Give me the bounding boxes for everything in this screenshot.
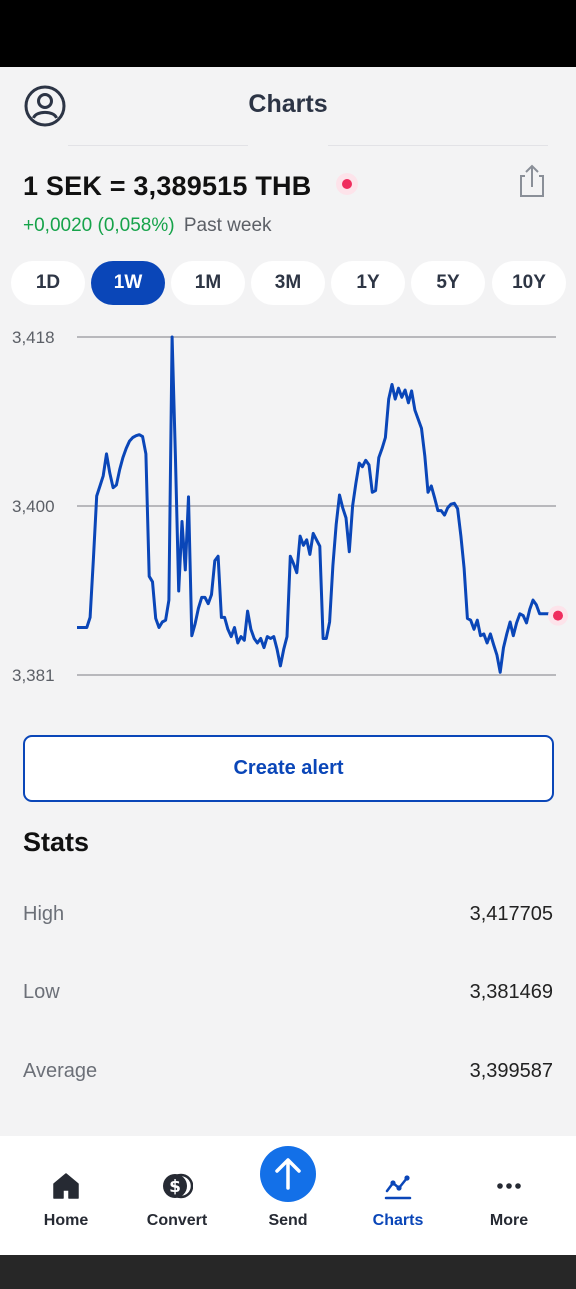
header-divider-right — [328, 145, 548, 146]
create-alert-button[interactable]: Create alert — [23, 735, 554, 802]
header: Charts — [0, 67, 576, 147]
nav-item-more[interactable]: More — [454, 1136, 564, 1255]
y-tick-label: 3,381 — [12, 666, 55, 685]
send-button[interactable] — [260, 1146, 316, 1202]
stat-value: 3,417705 — [469, 903, 553, 925]
tab-10y[interactable]: 10Y — [492, 261, 566, 305]
period-tabs: 1D 1W 1M 3M 1Y 5Y 10Y — [11, 261, 567, 305]
tab-1m[interactable]: 1M — [171, 261, 245, 305]
nav-label: Convert — [146, 1212, 208, 1229]
stat-row-average: Average 3,399587 — [23, 1060, 553, 1090]
bottom-nav: Home $ Convert Send Charts More — [0, 1136, 576, 1255]
line-chart-icon — [384, 1175, 412, 1200]
app-screen: Charts 1 SEK = 3,389515 THB +0,0020 (0,0… — [0, 67, 576, 1255]
stat-label: Average — [23, 1060, 98, 1082]
live-indicator — [336, 173, 358, 195]
current-point-marker — [553, 610, 563, 621]
stat-label: High — [23, 903, 65, 925]
stat-value: 3,399587 — [469, 1060, 553, 1082]
page-title: Charts — [248, 90, 328, 118]
home-icon — [53, 1173, 79, 1199]
nav-label: Home — [43, 1212, 89, 1229]
stat-value: 3,381469 — [469, 981, 553, 1003]
y-tick-label: 3,418 — [12, 328, 55, 347]
rate-title: 1 SEK = 3,389515 THB — [23, 171, 312, 201]
rate-change: +0,0020 (0,058%) Past week — [23, 215, 272, 237]
stat-row-high: High 3,417705 — [23, 903, 553, 933]
nav-label: Send — [268, 1212, 308, 1229]
nav-item-charts[interactable]: Charts — [343, 1136, 453, 1255]
tab-5y[interactable]: 5Y — [411, 261, 485, 305]
stat-row-low: Low 3,381469 — [23, 981, 553, 1011]
dollar-coins-icon: $ — [163, 1173, 193, 1199]
share-icon — [520, 164, 544, 197]
more-dots-icon — [497, 1183, 521, 1189]
change-period: Past week — [183, 215, 272, 236]
nav-label: More — [489, 1212, 529, 1229]
share-button[interactable] — [514, 163, 550, 199]
tab-1y[interactable]: 1Y — [331, 261, 405, 305]
tab-1d[interactable]: 1D — [11, 261, 85, 305]
nav-item-home[interactable]: Home — [11, 1136, 121, 1255]
change-value: +0,0020 (0,058%) — [23, 215, 175, 236]
y-tick-label: 3,400 — [12, 497, 55, 516]
rate-series-line — [77, 335, 556, 674]
system-nav-bar — [0, 1255, 576, 1289]
header-divider-left — [68, 145, 248, 146]
stat-label: Low — [23, 981, 60, 1003]
stats-title: Stats — [23, 827, 90, 857]
nav-label: Charts — [372, 1212, 424, 1229]
tab-1w[interactable]: 1W — [91, 261, 165, 305]
status-bar — [0, 0, 576, 67]
nav-item-send[interactable]: Send — [233, 1136, 343, 1255]
nav-item-convert[interactable]: $ Convert — [122, 1136, 232, 1255]
exchange-rate-chart[interactable]: 3,418 3,400 3,381 — [0, 317, 576, 697]
svg-text:$: $ — [169, 1177, 181, 1197]
tab-3m[interactable]: 3M — [251, 261, 325, 305]
arrow-up-icon — [275, 1158, 301, 1190]
